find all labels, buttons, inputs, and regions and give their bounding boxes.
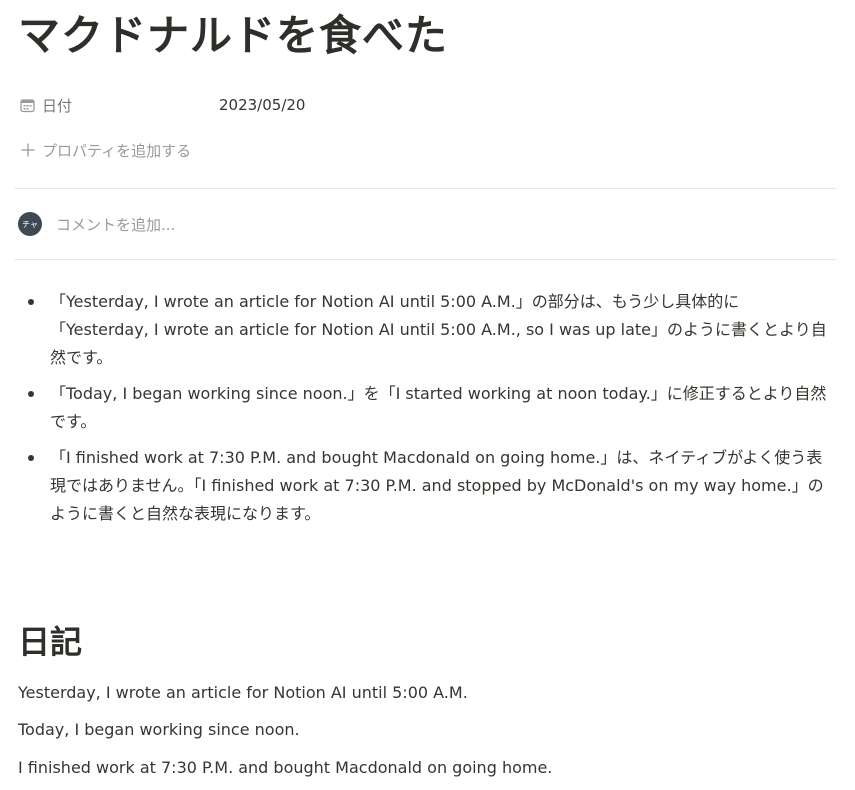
- page-title[interactable]: マクドナルドを食べた: [18, 6, 448, 66]
- diary-line[interactable]: Yesterday, I wrote an article for Notion…: [18, 680, 468, 706]
- list-item-text: 「Today, I began working since noon.」を「I …: [50, 384, 827, 431]
- add-property-button[interactable]: プロパティを追加する: [14, 133, 834, 167]
- comment-input[interactable]: コメントを追加...: [56, 214, 175, 235]
- bullet-icon: [28, 299, 34, 305]
- avatar: チャ: [18, 212, 42, 236]
- divider: [14, 188, 837, 189]
- property-value-date[interactable]: 2023/05/20: [219, 96, 305, 114]
- property-name-date[interactable]: 日付: [14, 95, 219, 116]
- calendar-icon: [14, 98, 42, 113]
- feedback-list: 「Yesterday, I wrote an article for Notio…: [24, 288, 836, 536]
- bullet-icon: [28, 455, 34, 461]
- diary-line[interactable]: Today, I began working since noon.: [18, 717, 300, 743]
- bullet-icon: [28, 391, 34, 397]
- list-item-text: 「Yesterday, I wrote an article for Notio…: [50, 292, 827, 367]
- notion-page: マクドナルドを食べた 日付 2023/05/20 プロパティを追加する チャ コ…: [0, 0, 855, 790]
- list-item-text: 「I finished work at 7:30 P.M. and bought…: [50, 448, 824, 523]
- list-item[interactable]: 「I finished work at 7:30 P.M. and bought…: [24, 444, 836, 528]
- list-item[interactable]: 「Today, I began working since noon.」を「I …: [24, 380, 836, 436]
- add-property-label: プロパティを追加する: [42, 141, 192, 160]
- property-row-date[interactable]: 日付 2023/05/20: [14, 88, 834, 122]
- diary-heading[interactable]: 日記: [18, 618, 82, 666]
- divider: [14, 259, 837, 260]
- property-name-label: 日付: [42, 96, 73, 115]
- diary-line[interactable]: I finished work at 7:30 P.M. and bought …: [18, 755, 552, 781]
- plus-icon: [14, 142, 42, 158]
- comment-input-row[interactable]: チャ コメントを追加...: [18, 209, 175, 239]
- list-item[interactable]: 「Yesterday, I wrote an article for Notio…: [24, 288, 836, 372]
